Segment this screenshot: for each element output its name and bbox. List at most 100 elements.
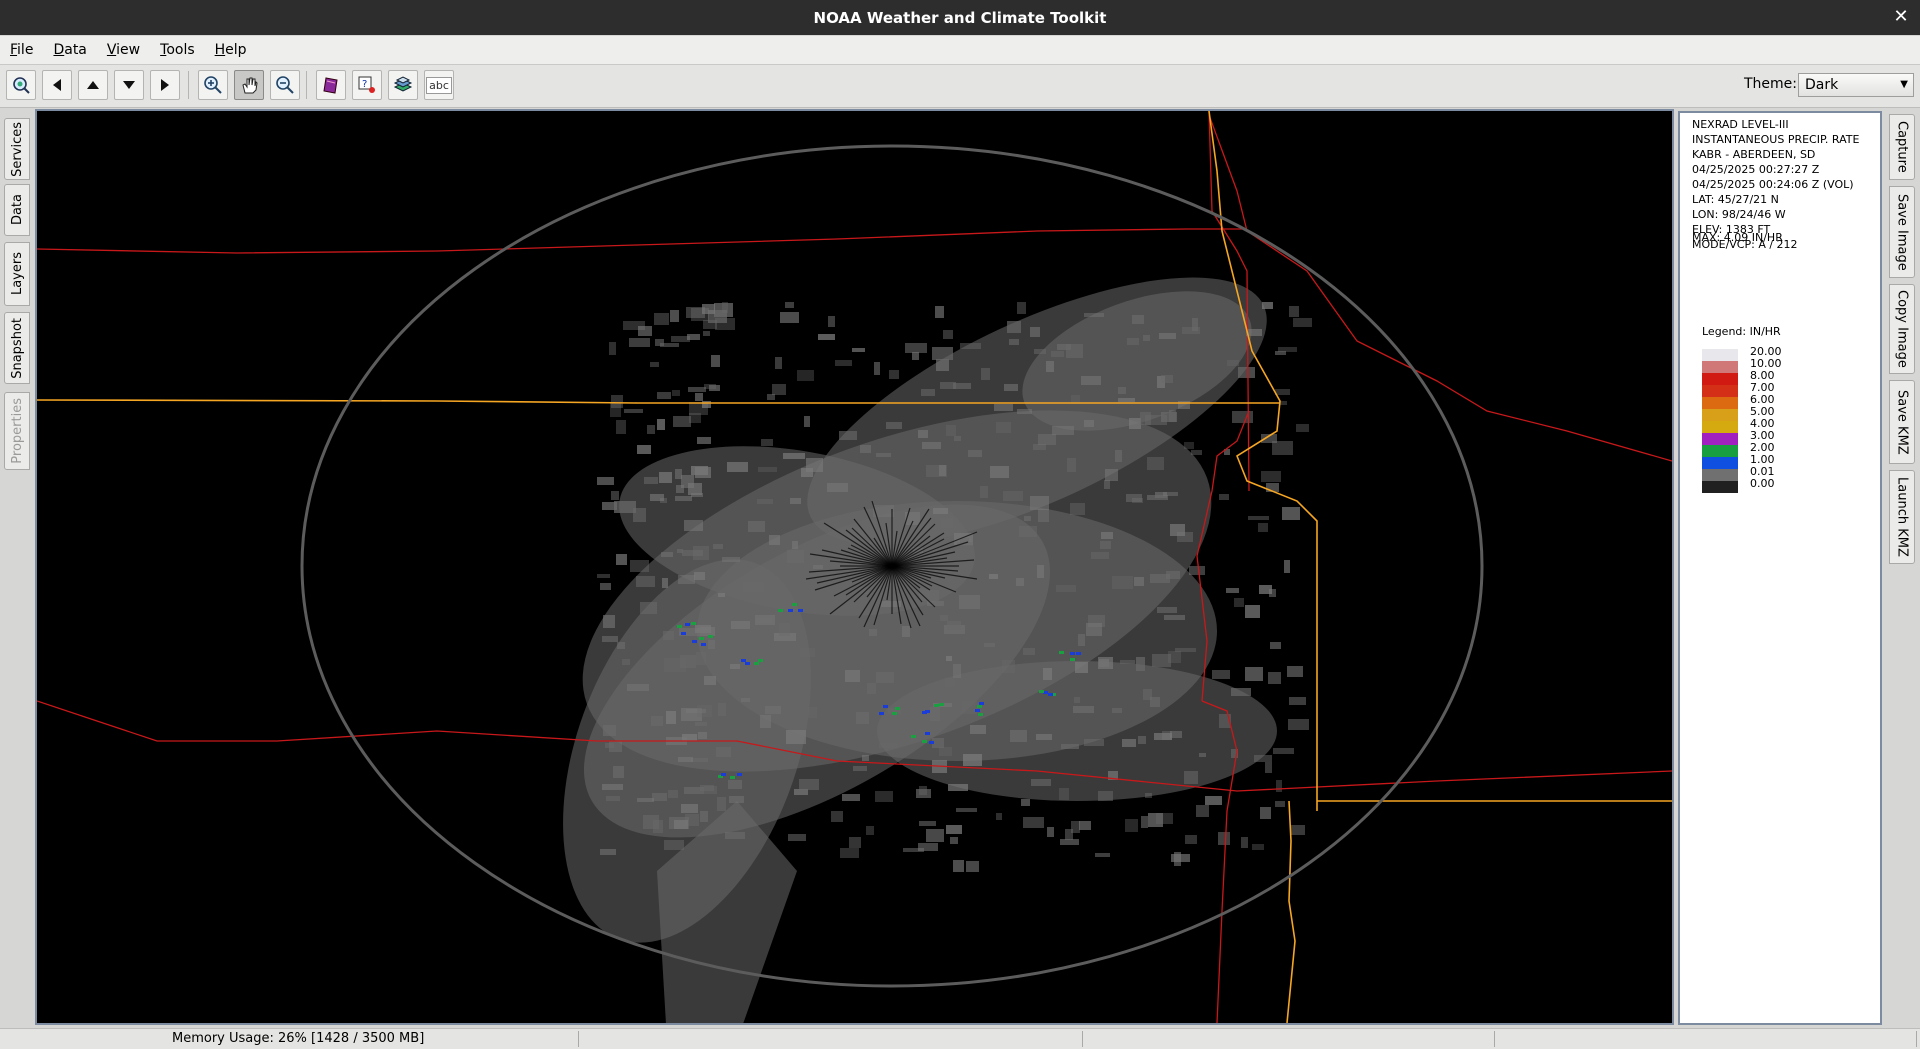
- echo-cell: [689, 413, 701, 423]
- echo-cell: [980, 486, 988, 498]
- echo-cell: [930, 707, 940, 721]
- menu-item[interactable]: File: [0, 42, 43, 58]
- tab-snapshot[interactable]: Snapshot: [4, 312, 30, 384]
- zoom-out-icon: [275, 75, 295, 95]
- echo-cell: [1126, 494, 1142, 502]
- echo-cell: [1038, 434, 1056, 445]
- echo-cell: [695, 393, 703, 401]
- tab-properties[interactable]: Properties: [4, 392, 30, 470]
- heavy-echo-cell: [788, 609, 793, 612]
- echo-cell: [849, 837, 861, 848]
- tab-data[interactable]: Data: [4, 184, 30, 236]
- echo-cell: [1003, 491, 1023, 501]
- identify-button[interactable]: ?: [352, 70, 382, 100]
- echo-cell: [1241, 837, 1248, 848]
- status-cell: [580, 1031, 1083, 1047]
- echo-cell: [1067, 458, 1076, 472]
- tab-save-image[interactable]: Save Image: [1889, 186, 1915, 278]
- layers-button[interactable]: [388, 70, 418, 100]
- right-side-tabs: Capture Save Image Copy Image Save KMZ Launc…: [1886, 110, 1920, 1030]
- menu-item[interactable]: View: [97, 42, 150, 58]
- echo-cell: [700, 811, 708, 822]
- echo-cell: [1074, 697, 1080, 703]
- tab-launch-kmz[interactable]: Launch KMZ: [1889, 470, 1915, 564]
- legend-swatch: [1702, 373, 1738, 385]
- theme-select[interactable]: Dark ▼: [1798, 73, 1914, 97]
- echo-cell: [605, 743, 614, 748]
- close-window-button[interactable]: ✕: [1892, 8, 1910, 26]
- echo-cell: [730, 664, 740, 669]
- bookmark-button[interactable]: [316, 70, 346, 100]
- heavy-echo-cell: [692, 640, 697, 643]
- echo-cell: [652, 793, 667, 801]
- echo-cell: [912, 352, 919, 360]
- pan-right-button[interactable]: [150, 70, 180, 100]
- echo-cell: [1075, 662, 1088, 673]
- echo-cell: [697, 437, 711, 444]
- echo-cell: [611, 491, 619, 500]
- tab-label: Services: [9, 121, 25, 177]
- echo-cell: [856, 712, 869, 724]
- tab-save-kmz[interactable]: Save KMZ: [1889, 380, 1915, 464]
- menu-label-rest: ools: [166, 42, 195, 58]
- tab-layers[interactable]: Layers: [4, 242, 30, 306]
- echo-cell: [779, 623, 790, 636]
- echo-cell: [691, 493, 703, 497]
- echo-cell: [1265, 762, 1272, 773]
- zoom-out-button[interactable]: [270, 70, 300, 100]
- echo-cell: [947, 621, 961, 630]
- heavy-echo-cell: [754, 662, 759, 665]
- theme-label: Theme:: [1744, 76, 1798, 92]
- echo-cell: [962, 701, 977, 714]
- echo-cell: [602, 636, 618, 642]
- menu-item[interactable]: Data: [43, 42, 96, 58]
- echo-cell: [664, 840, 684, 850]
- label-button[interactable]: abc: [424, 70, 454, 100]
- tab-label: Data: [9, 194, 25, 226]
- echo-cell: [722, 557, 740, 562]
- heavy-echo-cell: [922, 711, 927, 714]
- echo-cell: [845, 670, 860, 682]
- echo-cell: [1156, 813, 1173, 824]
- echo-cell: [702, 401, 711, 408]
- echo-cell: [1232, 411, 1253, 423]
- echo-cell: [932, 347, 953, 360]
- echo-cell: [622, 659, 630, 665]
- echo-cell: [1019, 526, 1037, 537]
- echo-cell: [1030, 496, 1049, 510]
- echo-cell: [827, 483, 848, 492]
- radar-map-view[interactable]: [35, 109, 1674, 1025]
- echo-cell: [703, 331, 710, 336]
- echo-cell: [1189, 566, 1205, 575]
- tab-capture[interactable]: Capture: [1889, 114, 1915, 180]
- heavy-echo-cell: [741, 659, 746, 662]
- zoom-extent-button[interactable]: [6, 70, 36, 100]
- pan-left-button[interactable]: [42, 70, 72, 100]
- pan-up-button[interactable]: [78, 70, 108, 100]
- precipitation-echoes: [563, 277, 1312, 1023]
- tab-services[interactable]: Services: [4, 118, 30, 180]
- echo-cell: [1258, 523, 1268, 532]
- echo-cell: [624, 409, 643, 413]
- echo-cell: [1132, 315, 1144, 324]
- menu-item[interactable]: Tools: [150, 42, 205, 58]
- echo-cell: [786, 730, 806, 744]
- radar-map-canvas[interactable]: [37, 111, 1672, 1023]
- echo-cell: [1101, 532, 1113, 539]
- zoom-in-button[interactable]: [198, 70, 228, 100]
- echo-cell: [630, 560, 649, 572]
- pan-down-button[interactable]: [114, 70, 144, 100]
- echo-cell: [729, 796, 744, 803]
- echo-cell: [1252, 844, 1264, 850]
- info-line: LON: 98/24/46 W: [1692, 208, 1786, 221]
- echo-cell: [941, 518, 953, 528]
- tab-copy-image[interactable]: Copy Image: [1889, 284, 1915, 374]
- echo-cell: [602, 784, 623, 790]
- echo-cell: [903, 848, 924, 852]
- echo-cell: [960, 343, 981, 349]
- pan-hand-button[interactable]: [234, 70, 264, 100]
- heavy-echo-cell: [721, 773, 726, 776]
- menu-item[interactable]: Help: [205, 42, 257, 58]
- echo-cell: [996, 813, 1002, 820]
- echo-cell: [1115, 450, 1122, 462]
